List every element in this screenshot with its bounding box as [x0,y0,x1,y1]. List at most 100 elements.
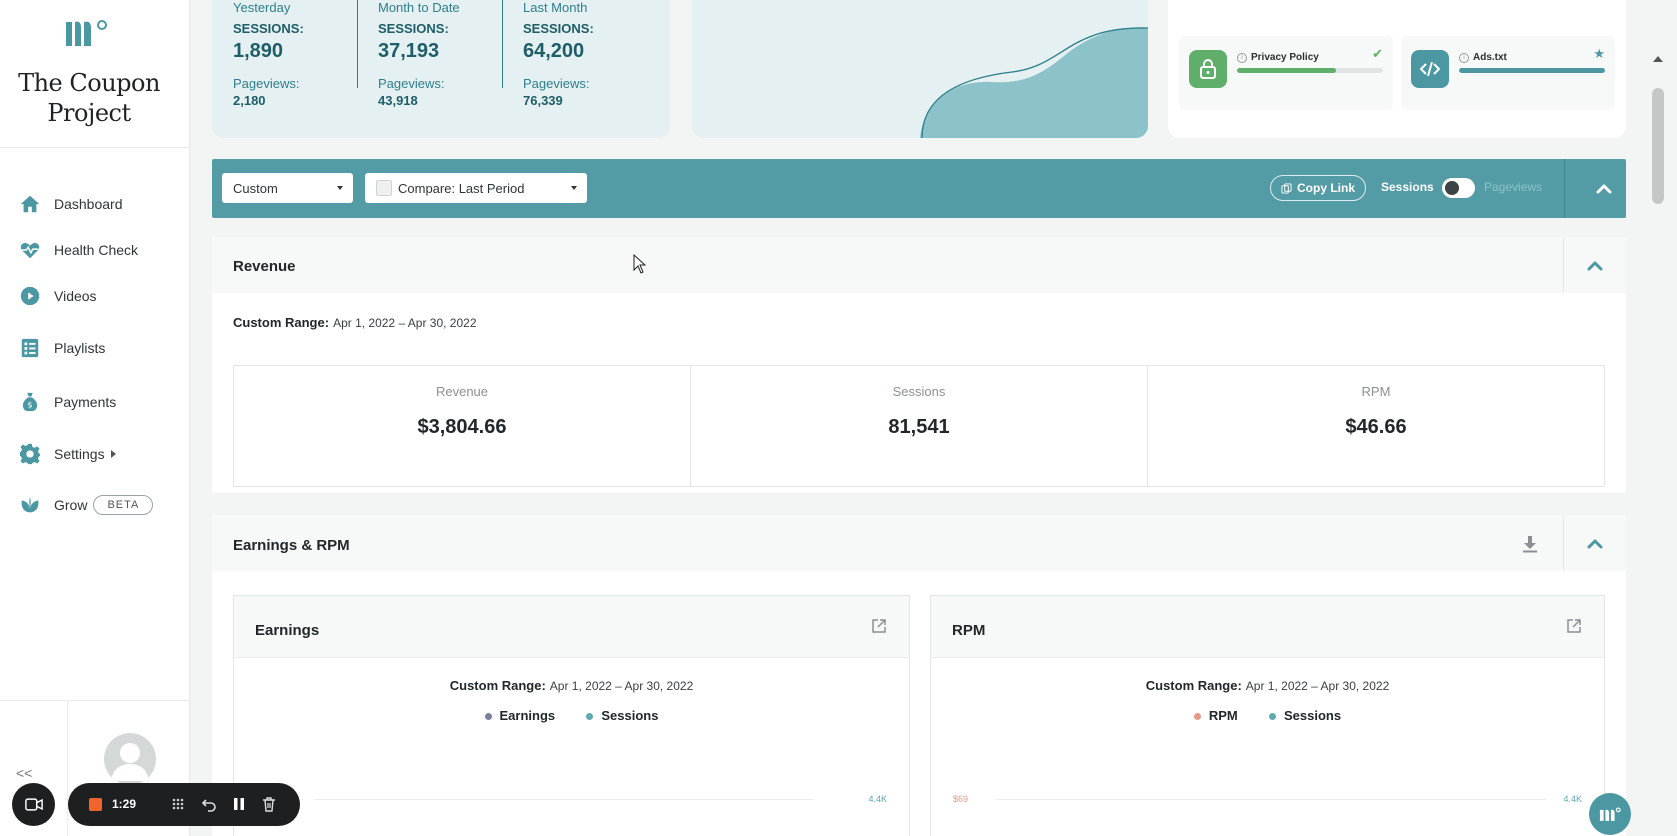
collapse-earnings-button[interactable] [1586,535,1604,553]
health-item-label: Ads.txt [1473,52,1507,63]
range-label: Custom Range: [449,678,546,693]
svg-text:$: $ [27,400,32,410]
legend-dot [1193,712,1201,720]
sidebar-item-label: Playlists [54,340,106,356]
scrollbar-thumb[interactable] [1652,88,1664,204]
external-link-icon [1567,619,1581,633]
panel-header: Revenue [212,237,1626,293]
metric-label: Revenue [435,384,489,399]
chart-title: RPM [952,622,986,639]
stat-yesterday: Yesterday SESSIONS: 1,890 Pageviews: 2,1… [233,0,373,108]
metric-sessions: Sessions 81,541 [691,366,1148,486]
metric-rpm: RPM $46.66 [1148,366,1604,486]
sidebar-item-label: Settings [54,446,105,462]
divider [0,700,190,701]
avatar[interactable] [104,733,156,785]
undo-icon [201,799,216,812]
stat-period: Yesterday [233,0,291,15]
sidebar-item-dashboard[interactable]: Dashboard [18,190,123,218]
range-value: Apr 1, 2022 – Apr 30, 2022 [1245,679,1390,693]
divider [67,700,68,836]
panel-title: Earnings & RPM [233,537,350,554]
wave-illustration [920,27,1148,138]
earnings-rpm-panel: Earnings & RPM Earnings Custom Range: Apr… [212,515,1626,836]
grid-icon [172,798,184,810]
download-button[interactable] [1522,535,1538,553]
brand-logo-icon [1599,806,1621,821]
gear-icon [18,442,42,466]
dropdown-caret-icon [571,186,577,190]
site-name: The Coupon Project [18,69,160,127]
sidebar-item-grow[interactable]: Grow BETA [18,491,154,519]
sessions-pageviews-toggle[interactable] [1442,178,1475,198]
sidebar-item-payments[interactable]: $ Payments [18,388,116,416]
sidebar-item-health-check[interactable]: Health Check [18,236,138,264]
leaf-icon [18,493,42,517]
legend-dot [586,712,594,720]
sidebar-item-label: Videos [54,288,97,304]
sidebar-item-label: Payments [54,394,117,410]
compare-select[interactable]: Compare: Last Period [365,173,587,203]
sidebar-item-label: Dashboard [54,196,123,212]
legend-label: Sessions [601,708,659,723]
progress-fill [1237,68,1337,73]
rpm-chart-card: RPM Custom Range: Apr 1, 2022 – Apr 30, 2… [930,595,1605,836]
open-external-button[interactable] [871,618,887,634]
chat-support-button[interactable] [1589,793,1631,835]
legend-item-earnings[interactable]: Earnings [484,708,555,723]
chevron-up-icon [1596,184,1612,194]
beta-badge: BETA [93,495,154,515]
app-root: The Coupon Project Dashboard Health Chec… [0,0,1677,836]
external-link-icon [872,619,886,633]
info-icon[interactable]: i [1237,53,1247,63]
legend-item-rpm[interactable]: RPM [1193,708,1238,723]
undo-button[interactable] [200,795,218,813]
code-icon [1411,50,1449,88]
progress-fill [1459,68,1605,73]
custom-range: Custom Range: Apr 1, 2022 – Apr 30, 2022 [931,678,1604,693]
gridline [996,799,1546,800]
mouse-cursor-icon [633,254,647,274]
stop-recording-button[interactable] [89,798,102,811]
compare-checkbox[interactable] [376,180,392,196]
ads-txt-tile[interactable]: i Ads.txt ★ [1401,36,1615,110]
logo-icon[interactable] [64,16,110,50]
right-axis-tick: 4.4K [1563,794,1582,804]
divider [1564,159,1565,218]
sidebar-item-videos[interactable]: Videos [18,282,97,310]
divider [1563,237,1564,293]
stat-pageviews-label: Pageviews: [233,76,300,91]
stat-sessions-label: SESSIONS: [233,21,304,36]
collapse-sidebar-button[interactable]: << [16,765,32,781]
camera-button[interactable] [12,783,55,826]
grid-button[interactable] [169,795,187,813]
panel-title: Revenue [233,258,296,275]
open-external-button[interactable] [1566,618,1582,634]
dropdown-caret-icon [337,186,343,190]
download-icon [1523,536,1537,553]
legend-item-sessions[interactable]: Sessions [586,708,658,723]
chart-legend: Earnings Sessions [234,708,909,723]
stat-pageviews-label: Pageviews: [378,76,445,91]
sidebar-item-settings[interactable]: Settings [18,440,116,468]
sidebar-item-playlists[interactable]: Playlists [18,334,105,362]
privacy-policy-tile[interactable]: i Privacy Policy ✔ [1179,36,1393,110]
stat-sessions-label: SESSIONS: [523,21,594,36]
delete-recording-button[interactable] [260,795,278,813]
scroll-up-arrow-icon[interactable] [1653,56,1663,62]
collapse-revenue-button[interactable] [1586,257,1604,275]
health-item-label: Privacy Policy [1251,52,1319,63]
copy-link-button[interactable]: Copy Link [1270,175,1367,201]
collapse-filter-button[interactable] [1595,180,1613,198]
select-value: Compare: Last Period [398,180,525,196]
metric-revenue: Revenue $3,804.66 [234,366,691,486]
date-range-select[interactable]: Custom [222,173,353,203]
traffic-summary-card: Yesterday SESSIONS: 1,890 Pageviews: 2,1… [212,0,670,138]
decorative-wave-card [692,0,1148,138]
legend-item-sessions[interactable]: Sessions [1269,708,1341,723]
toggle-label-sessions: Sessions [1381,180,1434,194]
info-icon[interactable]: i [1459,53,1469,63]
money-bag-icon: $ [18,390,42,414]
pause-button[interactable] [230,795,248,813]
custom-range: Custom Range: Apr 1, 2022 – Apr 30, 2022 [233,315,477,330]
